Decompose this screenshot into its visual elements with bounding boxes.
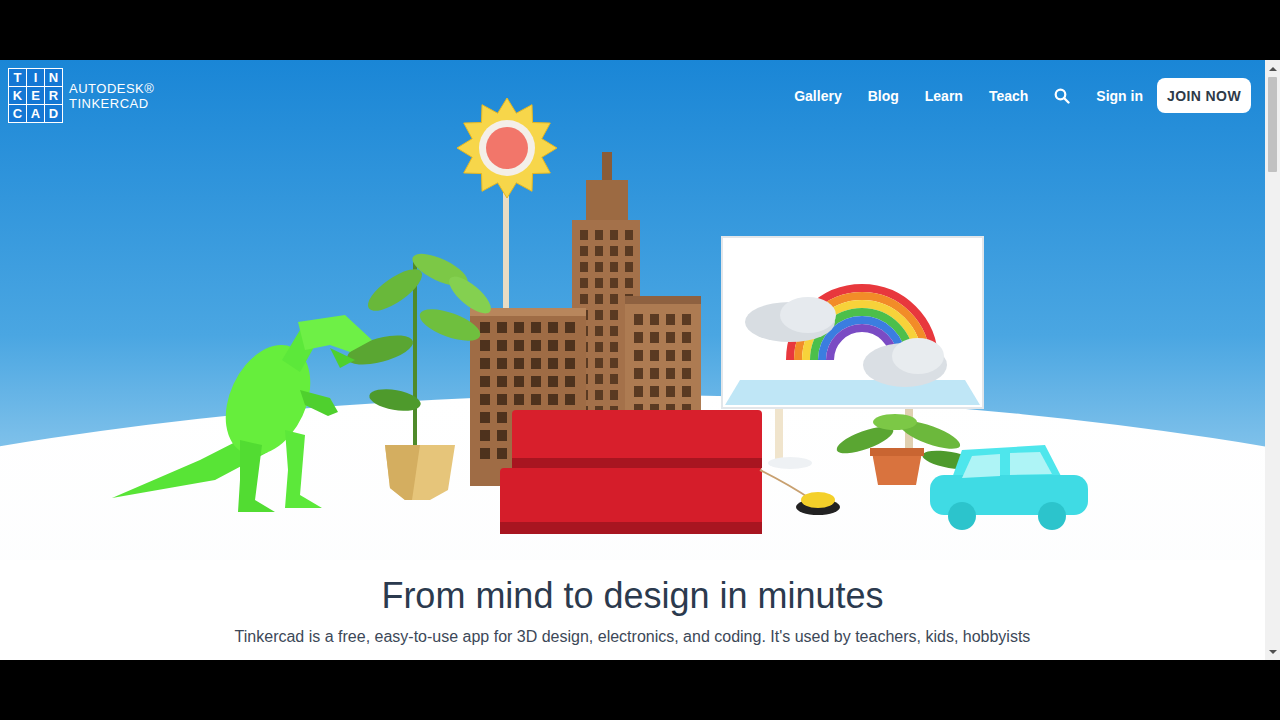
site-header: TIN KER CAD AUTODESK®TINKERCAD Gallery Blog Le… <box>0 60 1265 123</box>
logo-letter: K <box>9 87 26 104</box>
product-name: TINKERCAD <box>69 96 154 111</box>
tinkercad-logo[interactable]: TIN KER CAD AUTODESK®TINKERCAD <box>8 68 154 123</box>
join-now-button[interactable]: JOIN NOW <box>1157 78 1251 113</box>
nav-link[interactable]: Gallery <box>794 88 841 104</box>
sun-icon <box>457 98 557 198</box>
brand-name: AUTODESK® <box>69 81 154 96</box>
logo-letter: R <box>45 87 62 104</box>
logo-letter: N <box>45 69 62 86</box>
dinosaur-model <box>112 315 372 512</box>
hero-illustration <box>0 60 1265 560</box>
logo-letter: E <box>27 87 44 104</box>
sun-ring <box>479 120 535 176</box>
sign-in-link[interactable]: Sign in <box>1096 88 1143 104</box>
search-icon <box>1054 88 1070 104</box>
scroll-down-button[interactable] <box>1265 643 1280 660</box>
arrow-down-icon <box>1269 650 1277 654</box>
scrollbar[interactable] <box>1265 60 1280 660</box>
main-nav: Gallery Blog Learn Teach Sign in JOIN NOW <box>794 78 1251 113</box>
arrow-up-icon <box>1269 67 1277 71</box>
brand-text: AUTODESK®TINKERCAD <box>69 81 154 111</box>
car-model <box>930 445 1088 530</box>
logo-letter: I <box>27 69 44 86</box>
logo-letter: A <box>27 105 44 122</box>
flat-is-boring-model <box>500 410 762 534</box>
potted-plant-left <box>344 247 496 500</box>
letterbox-bottom <box>0 660 1280 720</box>
rainbow-sign <box>722 237 983 469</box>
logo-letter: D <box>45 105 62 122</box>
search-button[interactable] <box>1054 88 1070 104</box>
nav-link[interactable]: Blog <box>868 88 899 104</box>
page: TIN KER CAD AUTODESK®TINKERCAD Gallery Blog Le… <box>0 60 1265 660</box>
intro-heading: From mind to design in minutes <box>381 574 883 618</box>
screen: TIN KER CAD AUTODESK®TINKERCAD Gallery Blog Le… <box>0 0 1280 720</box>
nav-link[interactable]: Learn <box>925 88 963 104</box>
ground <box>0 395 1265 560</box>
scroll-up-button[interactable] <box>1265 60 1280 77</box>
intro: From mind to design in minutes Tinkercad … <box>0 560 1265 648</box>
scroll-thumb[interactable] <box>1268 77 1277 172</box>
scroll-track[interactable] <box>1265 77 1280 643</box>
intro-text: Tinkercad is a free, easy-to-use app for… <box>235 626 1031 648</box>
letterbox-top <box>0 0 1280 60</box>
logo-letter: C <box>9 105 26 122</box>
logo-letter: T <box>9 69 26 86</box>
yellow-button-model <box>801 492 835 508</box>
browser-viewport: TIN KER CAD AUTODESK®TINKERCAD Gallery Blog Le… <box>0 60 1280 660</box>
logo-grid: TIN KER CAD <box>8 68 63 123</box>
nav-link[interactable]: Teach <box>989 88 1028 104</box>
hero: TIN KER CAD AUTODESK®TINKERCAD Gallery Blog Le… <box>0 60 1265 560</box>
sun-light <box>486 127 528 169</box>
